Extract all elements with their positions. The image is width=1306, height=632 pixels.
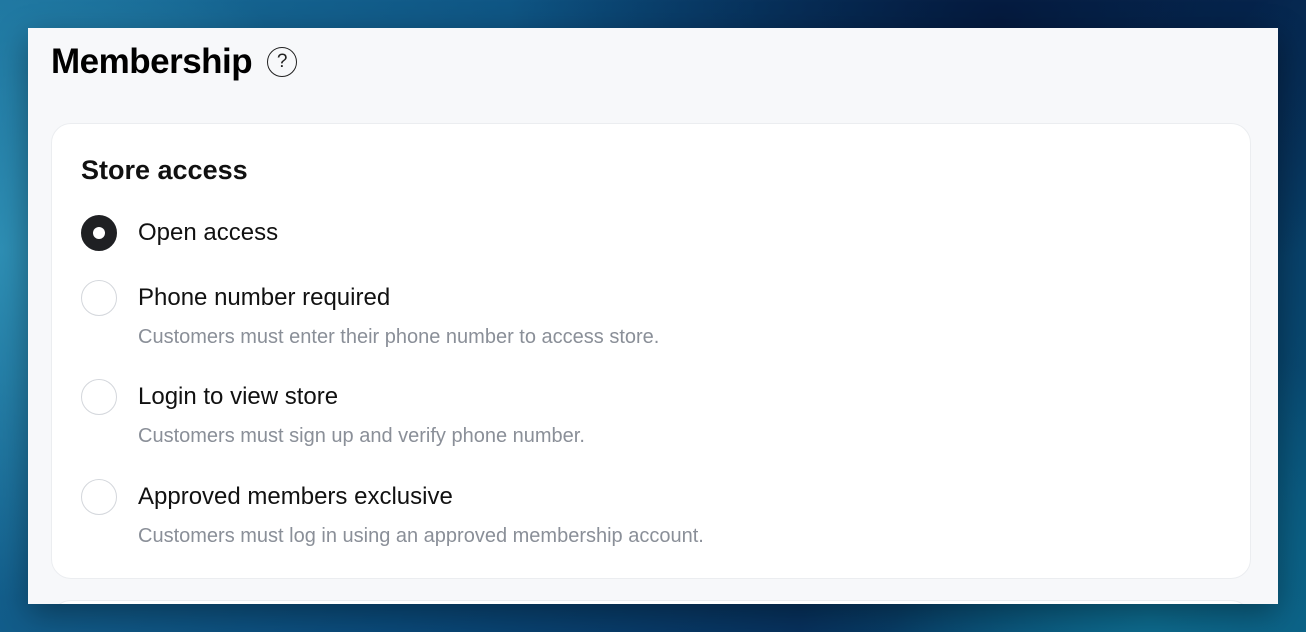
option-description: Customers must sign up and verify phone … [138,425,585,447]
next-card [51,600,1251,604]
radio-phone-number-required[interactable] [81,280,117,316]
option-label: Login to view store [138,383,339,410]
settings-window: Membership ? Store access Open access Ph… [28,28,1278,604]
option-description: Customers must enter their phone number … [138,326,660,348]
radio-open-access[interactable] [81,215,117,251]
radio-approved-members-exclusive[interactable] [81,479,117,515]
option-label: Approved members exclusive [138,483,453,510]
radio-login-to-view-store[interactable] [81,379,117,415]
section-title-store-access: Store access [81,155,248,185]
option-label: Open access [138,219,279,246]
help-question-icon[interactable]: ? [267,47,298,77]
page-title: Membership [51,42,253,81]
page-header: Membership ? [51,42,298,82]
store-access-card: Store access Open access Phone number re… [51,123,1251,579]
option-label: Phone number required [138,284,391,311]
option-description: Customers must log in using an approved … [138,525,704,547]
